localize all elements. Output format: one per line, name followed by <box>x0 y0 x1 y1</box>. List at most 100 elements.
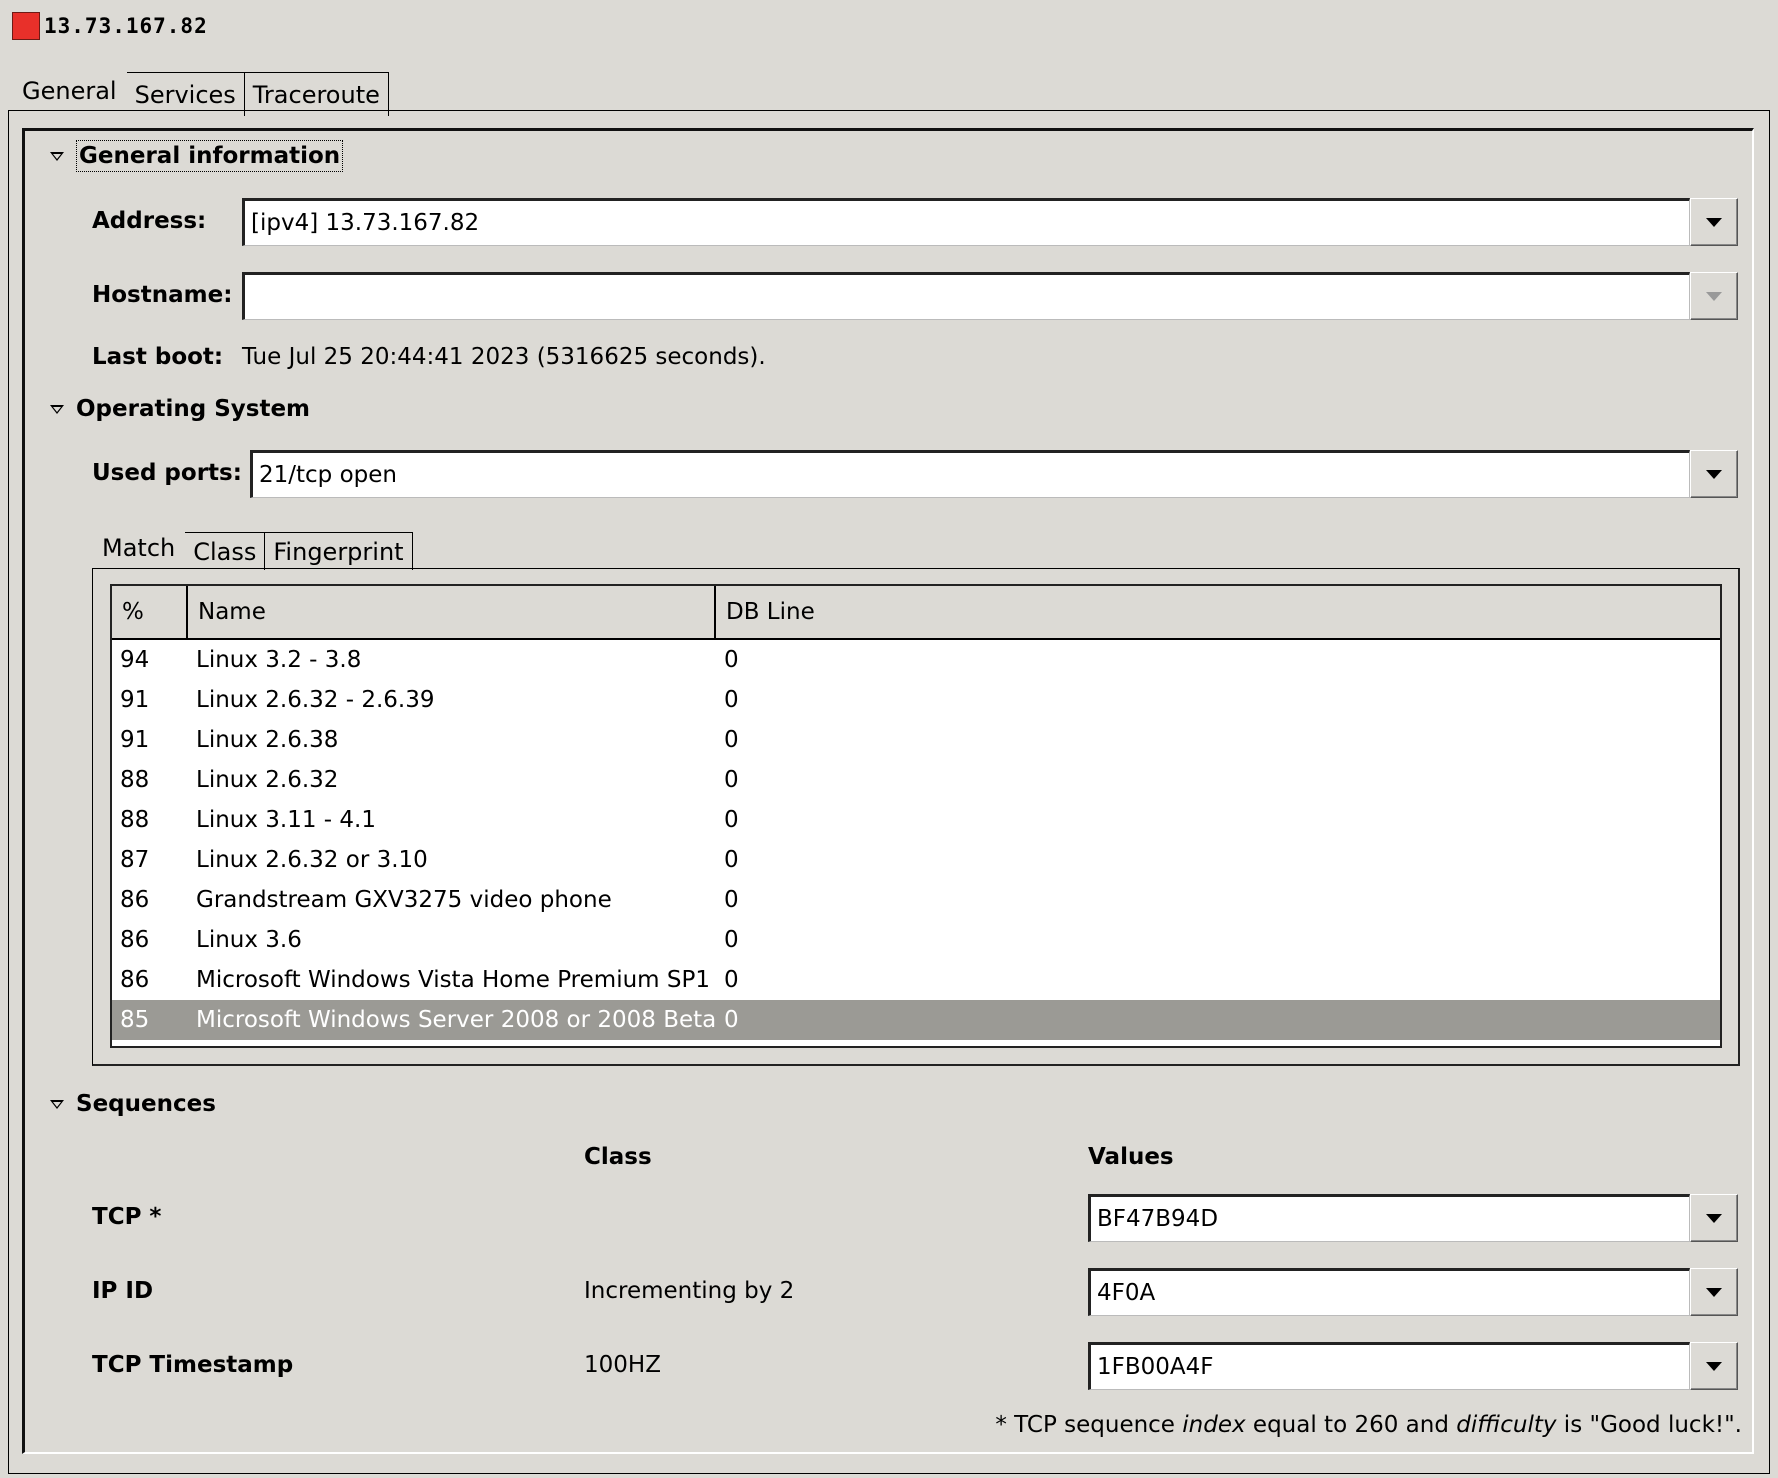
chevron-down-icon <box>1706 1213 1722 1223</box>
cell-percent: 86 <box>120 927 150 953</box>
cell-db-line: 0 <box>724 847 739 873</box>
table-row[interactable]: 85 Microsoft Windows Server 2008 or 2008 … <box>112 1000 1720 1040</box>
tab-fingerprint[interactable]: Fingerprint <box>265 532 413 570</box>
footnote-index-word: index <box>1182 1412 1246 1438</box>
chevron-down-icon <box>1706 291 1722 301</box>
cell-name: Linux 3.6 <box>196 927 302 953</box>
chevron-down-icon <box>1706 217 1722 227</box>
tab-match[interactable]: Match <box>92 526 186 570</box>
table-header: % Name DB Line <box>112 586 1720 640</box>
cell-db-line: 0 <box>724 1007 739 1033</box>
sequence-label-ip-id: IP ID <box>92 1278 154 1304</box>
column-header-percent[interactable]: % <box>112 586 188 638</box>
host-status-indicator <box>12 12 40 40</box>
sequences-expander[interactable]: Sequences <box>50 1091 216 1117</box>
cell-db-line: 0 <box>724 767 739 793</box>
address-input[interactable]: [ipv4] 13.73.167.82 <box>242 198 1690 246</box>
general-information-expander[interactable]: General information <box>50 140 344 172</box>
ip-id-values-dropdown-button[interactable] <box>1690 1268 1738 1316</box>
footnote-middle: equal to 260 and <box>1245 1412 1457 1438</box>
cell-percent: 88 <box>120 807 150 833</box>
cell-percent: 88 <box>120 767 150 793</box>
table-body: 94 Linux 3.2 - 3.8 0 91 Linux 2.6.32 - 2.6.3… <box>112 640 1720 1040</box>
cell-db-line: 0 <box>724 647 739 673</box>
used-ports-label: Used ports: <box>92 460 242 486</box>
ip-id-values-combo[interactable]: 4F0A <box>1088 1268 1738 1316</box>
tcp-timestamp-values-dropdown-button[interactable] <box>1690 1342 1738 1390</box>
host-details-window: 13.73.167.82 General Services Traceroute… <box>0 0 1778 1478</box>
sequence-label-tcp-timestamp: TCP Timestamp <box>92 1352 294 1378</box>
cell-db-line: 0 <box>724 727 739 753</box>
sequence-class-tcp-timestamp: 100HZ <box>584 1352 661 1378</box>
column-header-name[interactable]: Name <box>188 586 716 638</box>
tab-class[interactable]: Class <box>185 532 266 570</box>
hostname-dropdown-button <box>1690 272 1738 320</box>
cell-percent: 87 <box>120 847 150 873</box>
cell-percent: 91 <box>120 727 150 753</box>
cell-name: Microsoft Windows Server 2008 or 2008 Be… <box>196 1007 716 1033</box>
cell-name: Linux 3.2 - 3.8 <box>196 647 362 673</box>
tcp-values-combo[interactable]: BF47B94D <box>1088 1194 1738 1242</box>
used-ports-dropdown-button[interactable] <box>1690 450 1738 498</box>
chevron-down-icon <box>1706 1361 1722 1371</box>
last-boot-label: Last boot: <box>92 344 224 370</box>
hostname-input[interactable] <box>242 272 1690 320</box>
address-label: Address: <box>92 208 207 234</box>
sequences-class-header: Class <box>584 1144 652 1170</box>
cell-name: Grandstream GXV3275 video phone <box>196 887 612 913</box>
cell-percent: 85 <box>120 1007 150 1033</box>
os-tabbar: Match Class Fingerprint <box>92 526 413 570</box>
address-combo[interactable]: [ipv4] 13.73.167.82 <box>242 198 1738 246</box>
table-row[interactable]: 91 Linux 2.6.38 0 <box>112 720 1720 760</box>
footnote-prefix: * TCP sequence <box>995 1412 1183 1438</box>
cell-db-line: 0 <box>724 807 739 833</box>
ip-id-values-input[interactable]: 4F0A <box>1088 1268 1690 1316</box>
sequences-values-header: Values <box>1088 1144 1174 1170</box>
cell-percent: 86 <box>120 967 150 993</box>
table-row[interactable]: 86 Linux 3.6 0 <box>112 920 1720 960</box>
cell-db-line: 0 <box>724 687 739 713</box>
table-row[interactable]: 88 Linux 3.11 - 4.1 0 <box>112 800 1720 840</box>
general-information-heading: General information <box>76 140 344 172</box>
tcp-timestamp-values-combo[interactable]: 1FB00A4F <box>1088 1342 1738 1390</box>
sequences-heading: Sequences <box>76 1091 216 1117</box>
footnote-suffix: is "Good luck!". <box>1556 1412 1742 1438</box>
tcp-sequence-footnote: * TCP sequence index equal to 260 and di… <box>995 1412 1742 1438</box>
cell-name: Microsoft Windows Vista Home Premium SP1 <box>196 967 710 993</box>
tcp-values-input[interactable]: BF47B94D <box>1088 1194 1690 1242</box>
table-row[interactable]: 88 Linux 2.6.32 0 <box>112 760 1720 800</box>
window-title: 13.73.167.82 <box>44 14 208 38</box>
expander-triangle-icon <box>50 149 64 163</box>
cell-name: Linux 2.6.38 <box>196 727 339 753</box>
table-row[interactable]: 91 Linux 2.6.32 - 2.6.39 0 <box>112 680 1720 720</box>
footnote-difficulty-word: difficulty <box>1456 1412 1557 1438</box>
main-tabbar: General Services Traceroute <box>12 66 389 116</box>
operating-system-expander[interactable]: Operating System <box>50 396 310 422</box>
cell-percent: 94 <box>120 647 150 673</box>
table-row[interactable]: 86 Microsoft Windows Vista Home Premium S… <box>112 960 1720 1000</box>
cell-name: Linux 3.11 - 4.1 <box>196 807 376 833</box>
hostname-label: Hostname: <box>92 282 233 308</box>
used-ports-input[interactable]: 21/tcp open <box>250 450 1690 498</box>
tcp-timestamp-values-input[interactable]: 1FB00A4F <box>1088 1342 1690 1390</box>
used-ports-combo[interactable]: 21/tcp open <box>250 450 1738 498</box>
tcp-values-dropdown-button[interactable] <box>1690 1194 1738 1242</box>
expander-triangle-icon <box>50 1097 64 1111</box>
address-dropdown-button[interactable] <box>1690 198 1738 246</box>
last-boot-value: Tue Jul 25 20:44:41 2023 (5316625 second… <box>242 344 766 370</box>
window-title-bar: 13.73.167.82 <box>12 10 208 42</box>
os-match-table: % Name DB Line 94 Linux 3.2 - 3.8 0 91 Linux… <box>110 584 1722 1048</box>
cell-name: Linux 2.6.32 <box>196 767 339 793</box>
hostname-combo[interactable] <box>242 272 1738 320</box>
cell-db-line: 0 <box>724 927 739 953</box>
tab-general[interactable]: General <box>12 66 127 116</box>
sequence-class-ip-id: Incrementing by 2 <box>584 1278 795 1304</box>
column-header-db-line[interactable]: DB Line <box>716 586 1720 638</box>
cell-name: Linux 2.6.32 - 2.6.39 <box>196 687 435 713</box>
table-row[interactable]: 94 Linux 3.2 - 3.8 0 <box>112 640 1720 680</box>
cell-db-line: 0 <box>724 887 739 913</box>
table-row[interactable]: 87 Linux 2.6.32 or 3.10 0 <box>112 840 1720 880</box>
chevron-down-icon <box>1706 1287 1722 1297</box>
cell-db-line: 0 <box>724 967 739 993</box>
table-row[interactable]: 86 Grandstream GXV3275 video phone 0 <box>112 880 1720 920</box>
